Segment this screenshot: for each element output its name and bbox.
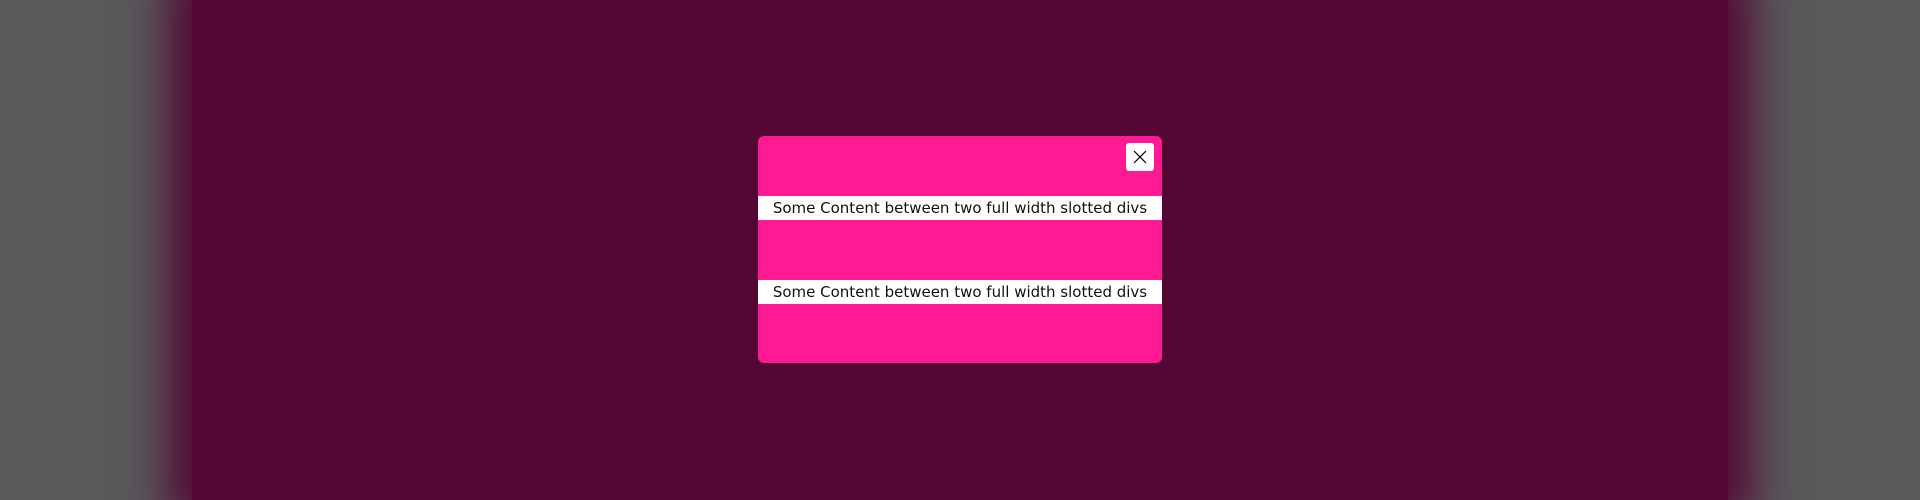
- slotted-content-2: Some Content between two full width slot…: [758, 280, 1162, 304]
- close-icon: [1133, 150, 1147, 164]
- slotted-content-1: Some Content between two full width slot…: [758, 196, 1162, 220]
- close-button[interactable]: [1126, 143, 1154, 171]
- modal-dialog: Some Content between two full width slot…: [758, 136, 1162, 363]
